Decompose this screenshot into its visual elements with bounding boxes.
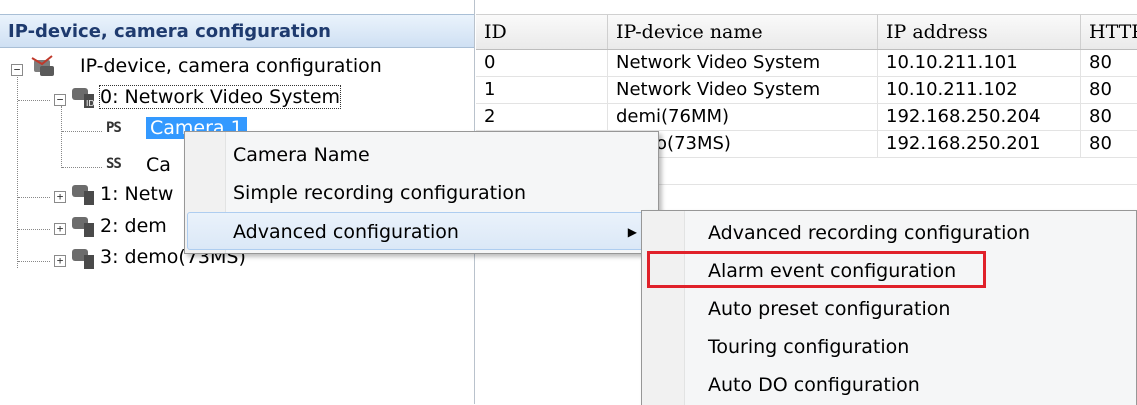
tree-connector xyxy=(17,72,18,268)
column-header-http[interactable]: HTTP xyxy=(1081,15,1137,49)
cell-ip-address: 10.10.211.101 xyxy=(878,50,1081,76)
tree-device-0-label[interactable]: 0: Network Video System xyxy=(98,85,342,109)
cell-device-name: demi(76MM) xyxy=(608,104,878,130)
cell-http: 80 xyxy=(1089,106,1112,127)
menu-item-advanced-recording[interactable]: Advanced recording configuration xyxy=(644,214,1134,252)
cell-id: 0 xyxy=(476,50,608,76)
tree-root-label[interactable]: IP-device, camera configuration xyxy=(80,55,382,77)
tree-connector xyxy=(18,197,50,198)
menu-item-label: Auto DO configuration xyxy=(708,374,920,396)
camera-device-icon xyxy=(72,185,94,205)
menu-item-camera-name[interactable]: Camera Name xyxy=(187,136,656,174)
collapse-icon[interactable]: − xyxy=(54,94,66,106)
cell-ip-address: 192.168.250.201 xyxy=(878,131,1081,157)
menu-item-label: Auto preset configuration xyxy=(708,298,951,320)
collapse-icon[interactable]: − xyxy=(11,64,23,76)
expand-icon[interactable]: + xyxy=(54,255,66,267)
menu-item-auto-do[interactable]: Auto DO configuration xyxy=(644,366,1134,404)
tree-connector xyxy=(61,106,62,168)
menu-item-label: Advanced configuration xyxy=(233,221,459,243)
tree-header: IP-device, camera configuration xyxy=(0,14,474,48)
primary-stream-icon: PS xyxy=(106,120,122,136)
network-devices-icon xyxy=(31,55,54,76)
tree-connector xyxy=(18,100,50,101)
menu-item-simple-recording[interactable]: Simple recording configuration xyxy=(187,174,656,212)
camera-device-icon: ID xyxy=(72,88,95,108)
secondary-stream-icon: SS xyxy=(106,156,122,172)
tree-connector xyxy=(62,167,102,168)
cell-device-name: Network Video System xyxy=(608,50,878,76)
cell-http: 80 xyxy=(1089,52,1112,73)
expand-icon[interactable]: + xyxy=(54,223,66,235)
camera-device-icon xyxy=(72,249,94,269)
cell-device-name: Network Video System xyxy=(608,77,878,103)
menu-item-touring[interactable]: Touring configuration xyxy=(644,328,1134,366)
tree-connector xyxy=(62,131,102,132)
submenu-arrow-icon: ▶ xyxy=(627,225,637,239)
menu-item-auto-preset[interactable]: Auto preset configuration xyxy=(644,290,1134,328)
menu-item-label: Advanced recording configuration xyxy=(708,222,1031,244)
column-header-device-name[interactable]: IP-device name xyxy=(608,15,878,49)
cell-http: 80 xyxy=(1089,79,1112,100)
menu-item-label: Camera Name xyxy=(233,144,370,166)
tree-connector xyxy=(18,229,50,230)
camera-device-icon xyxy=(72,217,94,237)
table-row[interactable]: 2 demi(76MM) 192.168.250.204 80 xyxy=(476,104,1137,131)
advanced-configuration-submenu: Advanced recording configuration Alarm e… xyxy=(641,210,1137,405)
cell-id: 1 xyxy=(476,77,608,103)
menu-item-advanced-configuration[interactable]: Advanced configuration ▶ xyxy=(187,212,656,250)
tree-device-2-label[interactable]: 2: dem xyxy=(100,215,167,237)
menu-item-label: Simple recording configuration xyxy=(233,182,527,204)
highlight-box xyxy=(647,251,986,288)
grid-header: ID IP-device name IP address HTTP xyxy=(476,14,1137,50)
menu-item-label: Touring configuration xyxy=(708,336,910,358)
column-header-ip-address[interactable]: IP address xyxy=(878,15,1081,49)
svg-text:ID: ID xyxy=(86,99,95,108)
cell-id: 2 xyxy=(476,104,608,130)
cell-ip-address: 10.10.211.102 xyxy=(878,77,1081,103)
expand-icon[interactable]: + xyxy=(54,191,66,203)
cell-ip-address: 192.168.250.204 xyxy=(878,104,1081,130)
column-header-id[interactable]: ID xyxy=(476,15,608,49)
tree-connector xyxy=(18,261,50,262)
tree-camera-2-label[interactable]: Ca xyxy=(146,154,171,176)
table-row[interactable]: 0 Network Video System 10.10.211.101 80 xyxy=(476,50,1137,77)
table-row[interactable]: 1 Network Video System 10.10.211.102 80 xyxy=(476,77,1137,104)
context-menu: Camera Name Simple recording configurati… xyxy=(184,131,659,254)
tree-device-1-label[interactable]: 1: Netw xyxy=(100,183,173,205)
cell-http: 80 xyxy=(1089,133,1112,154)
